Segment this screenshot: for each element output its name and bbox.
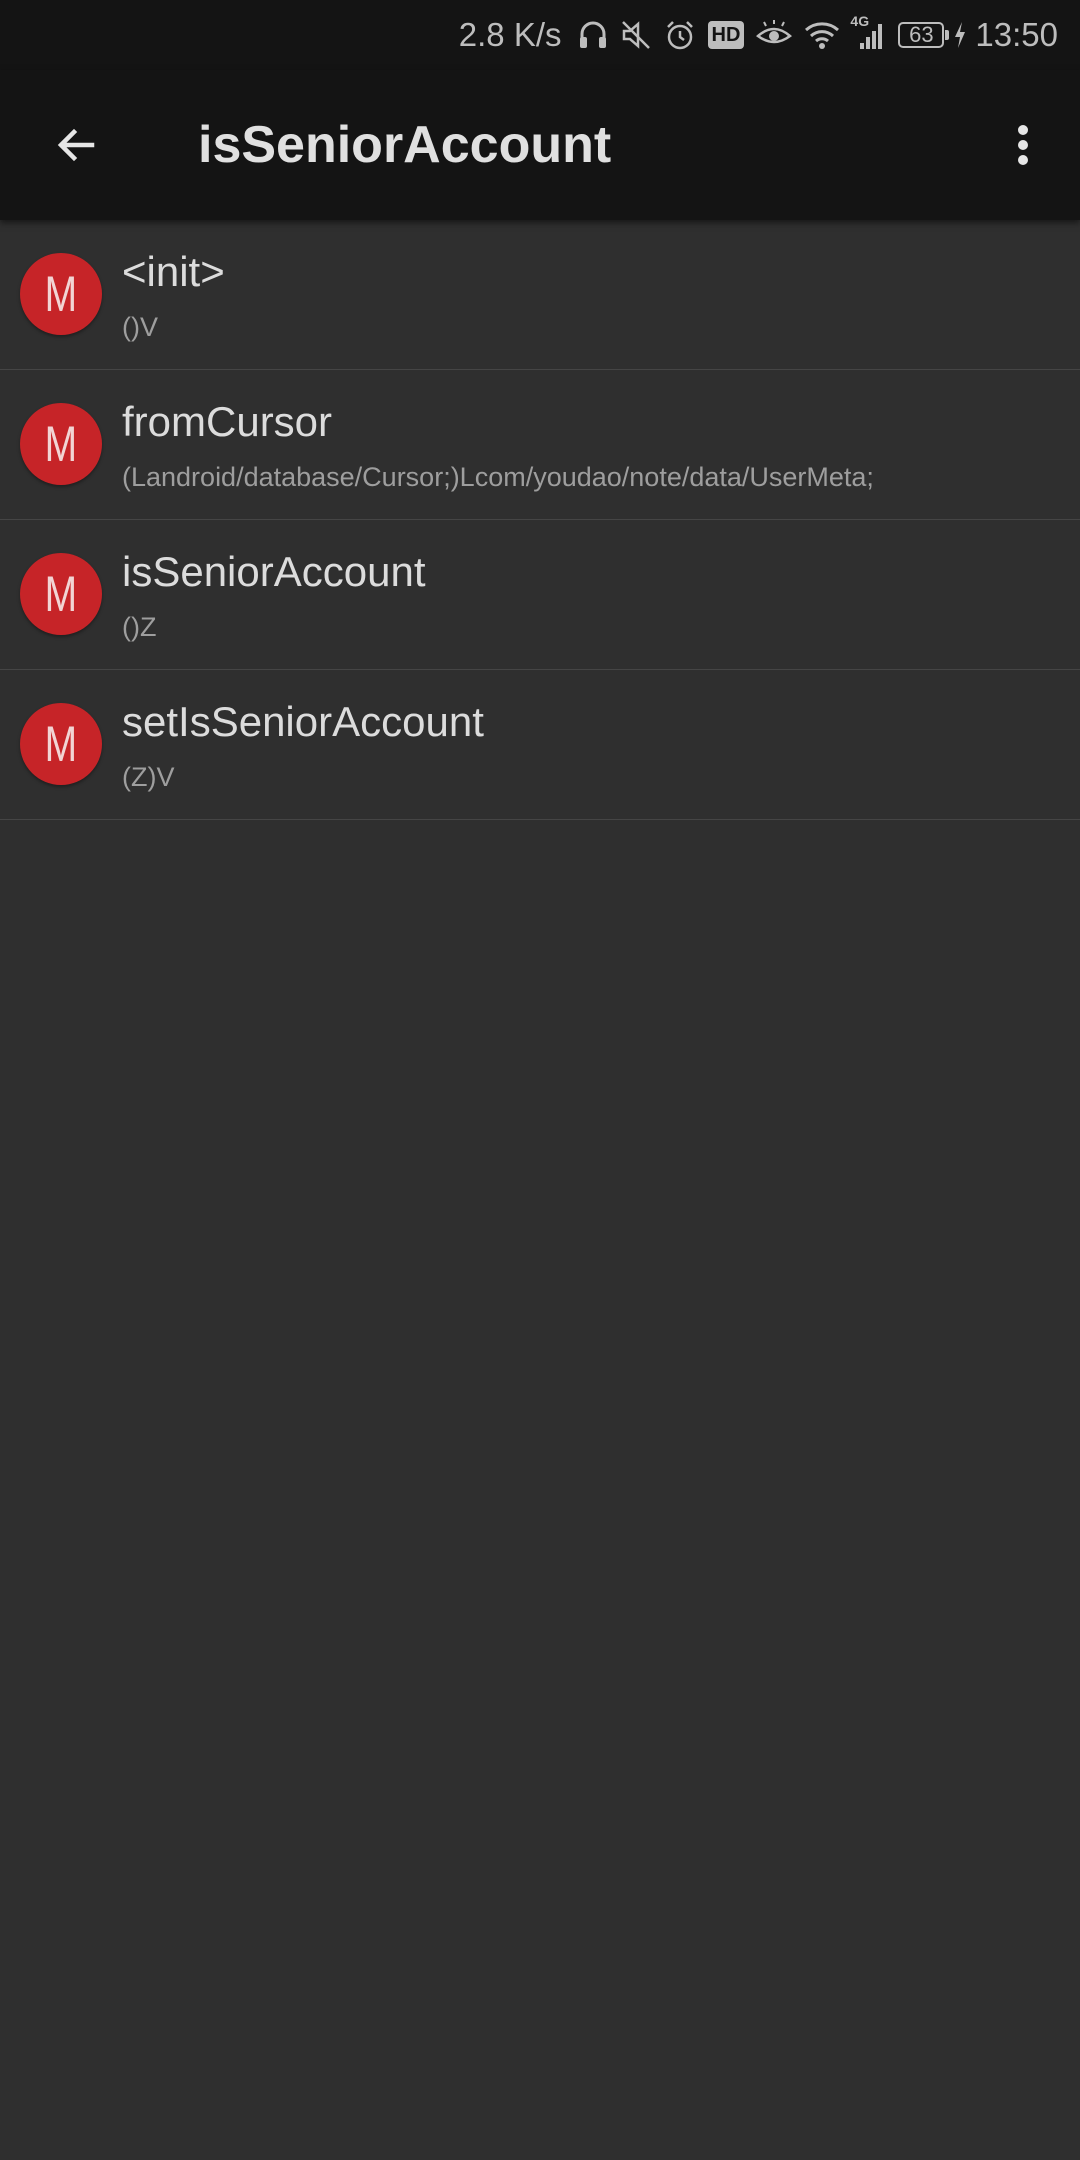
network-type-label: 4G bbox=[850, 13, 870, 29]
signal-icon: 4G bbox=[850, 13, 886, 55]
wifi-icon bbox=[804, 15, 840, 55]
method-list: M <init> ()V M fromCursor (Landroid/data… bbox=[0, 220, 1080, 820]
mute-icon bbox=[620, 15, 652, 55]
method-signature: (Z)V bbox=[122, 762, 175, 792]
battery-level: 63 bbox=[898, 22, 945, 48]
list-item[interactable]: M fromCursor (Landroid/database/Cursor;)… bbox=[0, 370, 1080, 520]
method-signature: ()Z bbox=[122, 612, 157, 642]
method-name: setIsSeniorAccount bbox=[122, 698, 484, 745]
method-badge: M bbox=[20, 703, 102, 785]
page-title: isSeniorAccount bbox=[198, 116, 612, 174]
headset-icon bbox=[578, 15, 608, 55]
status-bar: 2.8 K/s HD 4G 63 13:50 bbox=[0, 0, 1080, 70]
overflow-menu-button[interactable] bbox=[988, 107, 1058, 183]
arrow-back-icon bbox=[57, 128, 95, 162]
list-item[interactable]: M isSeniorAccount ()Z bbox=[0, 520, 1080, 670]
more-vert-icon bbox=[1018, 125, 1028, 165]
method-name: fromCursor bbox=[122, 398, 333, 445]
clock: 13:50 bbox=[975, 16, 1058, 53]
method-badge: M bbox=[20, 253, 102, 335]
charging-icon bbox=[953, 15, 967, 55]
battery-icon: 63 bbox=[898, 15, 950, 55]
method-name: isSeniorAccount bbox=[122, 548, 426, 595]
back-button[interactable] bbox=[36, 107, 116, 183]
method-signature: ()V bbox=[122, 312, 158, 342]
method-badge: M bbox=[20, 553, 102, 635]
eye-comfort-icon bbox=[756, 15, 793, 55]
app-toolbar: isSeniorAccount bbox=[0, 70, 1080, 220]
method-name: <init> bbox=[122, 248, 225, 295]
alarm-icon bbox=[664, 15, 696, 55]
method-signature: (Landroid/database/Cursor;)Lcom/youdao/n… bbox=[122, 462, 874, 492]
hd-icon: HD bbox=[707, 15, 745, 55]
list-item[interactable]: M setIsSeniorAccount (Z)V bbox=[0, 670, 1080, 820]
list-item[interactable]: M <init> ()V bbox=[0, 220, 1080, 370]
method-badge: M bbox=[20, 403, 102, 485]
net-speed: 2.8 K/s bbox=[458, 16, 562, 53]
